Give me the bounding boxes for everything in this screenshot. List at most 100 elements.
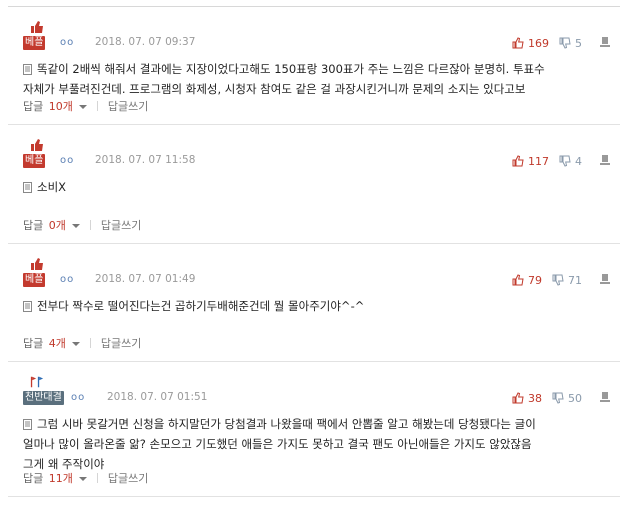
reply-toggle[interactable]: 답글 11개 xyxy=(23,470,73,486)
downvote-button[interactable]: 50 xyxy=(552,392,582,405)
report-button[interactable] xyxy=(600,273,610,287)
comment-date: 2018. 07. 07 01:51 xyxy=(107,391,208,403)
comment-text-line: 전부다 짝수로 떨어진다는건 곱하기두배해준건데 뭘 몰아주기야^-^ xyxy=(37,299,365,313)
downvote-button[interactable]: 4 xyxy=(559,155,582,168)
downvote-button[interactable]: 71 xyxy=(552,274,582,287)
downvote-button[interactable]: 5 xyxy=(559,37,582,50)
comment-text-line: 얼마나 많이 올라온줄 앎? 손모으고 기도했던 애들은 가지도 못하고 결국 … xyxy=(23,437,532,451)
thumbs-up-badge-icon xyxy=(31,139,43,151)
downvote-count: 5 xyxy=(575,36,582,50)
comment-item: 베플 oo 2018. 07. 07 11:58 117 4 소비X 답글 0개… xyxy=(8,125,620,244)
document-icon xyxy=(23,182,32,193)
downvote-count: 50 xyxy=(568,391,582,405)
thumbs-down-icon xyxy=(559,37,571,49)
upvote-button[interactable]: 38 xyxy=(512,392,542,405)
upvote-button[interactable]: 169 xyxy=(512,37,549,50)
comment-footer: 답글 0개 답글쓰기 xyxy=(23,217,141,233)
comment-item: 베플 oo 2018. 07. 07 01:49 79 71 전부다 짝수로 떨… xyxy=(8,244,620,362)
best-badge: 베플 xyxy=(23,138,51,168)
comment-date: 2018. 07. 07 11:58 xyxy=(95,154,196,166)
comment-date: 2018. 07. 07 09:37 xyxy=(95,36,196,48)
vote-area: 117 4 xyxy=(502,153,610,169)
thumbs-up-icon xyxy=(512,37,524,49)
divider xyxy=(96,473,98,483)
thumbs-up-badge-icon xyxy=(31,21,43,33)
document-icon xyxy=(23,419,32,430)
reply-count: 0개 xyxy=(48,219,66,232)
document-icon xyxy=(23,301,32,312)
comment-body: 똑같이 2배씩 해줘서 결과에는 지장이었다고해도 150표랑 300표가 주는… xyxy=(23,59,608,99)
upvote-count: 169 xyxy=(528,36,549,50)
comment-text-line: 그럼 시바 못갈거면 신청을 하지말던가 당첨결과 나왔을때 팩에서 안뽑줄 알… xyxy=(37,417,536,431)
write-reply-link[interactable]: 답글쓰기 xyxy=(108,470,148,486)
comment-body: 전부다 짝수로 떨어진다는건 곱하기두배해준건데 뭘 몰아주기야^-^ xyxy=(23,296,608,316)
comment-header: 베플 oo 2018. 07. 07 01:49 79 71 xyxy=(23,257,610,287)
reply-label: 답글 xyxy=(23,100,44,113)
chevron-down-icon[interactable] xyxy=(71,342,80,346)
user-rank: oo xyxy=(60,274,75,285)
comment-header: 베플 oo 2018. 07. 07 09:37 169 5 xyxy=(23,20,610,50)
reply-toggle[interactable]: 답글 4개 xyxy=(23,335,66,351)
comment-item: 천반대결 oo 2018. 07. 07 01:51 38 50 그럼 시바 못… xyxy=(8,362,620,497)
downvote-count: 71 xyxy=(568,273,582,287)
write-reply-link[interactable]: 답글쓰기 xyxy=(101,217,141,233)
report-button[interactable] xyxy=(600,154,610,168)
reply-toggle[interactable]: 답글 0개 xyxy=(23,217,66,233)
report-button[interactable] xyxy=(600,36,610,50)
write-reply-link[interactable]: 답글쓰기 xyxy=(108,98,148,114)
vote-area: 38 50 xyxy=(502,390,610,406)
report-icon xyxy=(600,274,610,284)
thumbs-down-icon xyxy=(552,392,564,404)
opposite-badge-label: 천반대결 xyxy=(23,391,64,405)
comment-body: 소비X xyxy=(23,177,608,197)
vote-area: 79 71 xyxy=(502,272,610,288)
report-button[interactable] xyxy=(600,391,610,405)
thumbs-up-icon xyxy=(512,274,524,286)
flag-icon xyxy=(30,376,44,388)
reply-count: 10개 xyxy=(48,100,73,113)
comment-footer: 답글 4개 답글쓰기 xyxy=(23,335,141,351)
comment-text-line: 자체가 부풀려진건데. 프로그램의 화제성, 시청자 참여도 같은 걸 과장시킨… xyxy=(23,82,526,96)
upvote-count: 38 xyxy=(528,391,542,405)
divider xyxy=(96,101,98,111)
comment-header: 베플 oo 2018. 07. 07 11:58 117 4 xyxy=(23,138,610,168)
reply-count: 4개 xyxy=(48,337,66,350)
user-rank: oo xyxy=(60,155,75,166)
upvote-count: 117 xyxy=(528,154,549,168)
divider xyxy=(89,220,91,230)
write-reply-link[interactable]: 답글쓰기 xyxy=(101,335,141,351)
comment-item: 베플 oo 2018. 07. 07 09:37 169 5 똑같이 2배씩 해… xyxy=(8,7,620,125)
reply-label: 답글 xyxy=(23,472,44,485)
opposite-badge: 천반대결 xyxy=(23,375,64,405)
divider xyxy=(89,338,91,348)
comment-text-line: 똑같이 2배씩 해줘서 결과에는 지장이었다고해도 150표랑 300표가 주는… xyxy=(37,62,545,76)
chevron-down-icon[interactable] xyxy=(78,477,87,481)
reply-count: 11개 xyxy=(48,472,73,485)
comment-footer: 답글 11개 답글쓰기 xyxy=(23,470,148,486)
thumbs-up-badge-icon xyxy=(31,258,43,270)
best-badge: 베플 xyxy=(23,20,51,50)
report-icon xyxy=(600,392,610,402)
downvote-count: 4 xyxy=(575,154,582,168)
comment-date: 2018. 07. 07 01:49 xyxy=(95,273,196,285)
upvote-button[interactable]: 79 xyxy=(512,274,542,287)
report-icon xyxy=(600,37,610,47)
comment-text-line: 소비X xyxy=(37,180,67,194)
vote-area: 169 5 xyxy=(502,35,610,51)
report-icon xyxy=(600,155,610,165)
comment-text-line: 그게 왜 주작이야 xyxy=(23,457,105,471)
reply-label: 답글 xyxy=(23,219,44,232)
thumbs-down-icon xyxy=(552,274,564,286)
upvote-button[interactable]: 117 xyxy=(512,155,549,168)
best-badge-label: 베플 xyxy=(23,273,46,287)
best-badge-label: 베플 xyxy=(23,154,46,168)
thumbs-up-icon xyxy=(512,392,524,404)
reply-toggle[interactable]: 답글 10개 xyxy=(23,98,73,114)
comment-footer: 답글 10개 답글쓰기 xyxy=(23,98,148,114)
reply-label: 답글 xyxy=(23,337,44,350)
user-rank: oo xyxy=(60,37,75,48)
chevron-down-icon[interactable] xyxy=(78,105,87,109)
thumbs-down-icon xyxy=(559,155,571,167)
comment-list: 베플 oo 2018. 07. 07 09:37 169 5 똑같이 2배씩 해… xyxy=(8,6,620,497)
chevron-down-icon[interactable] xyxy=(71,224,80,228)
